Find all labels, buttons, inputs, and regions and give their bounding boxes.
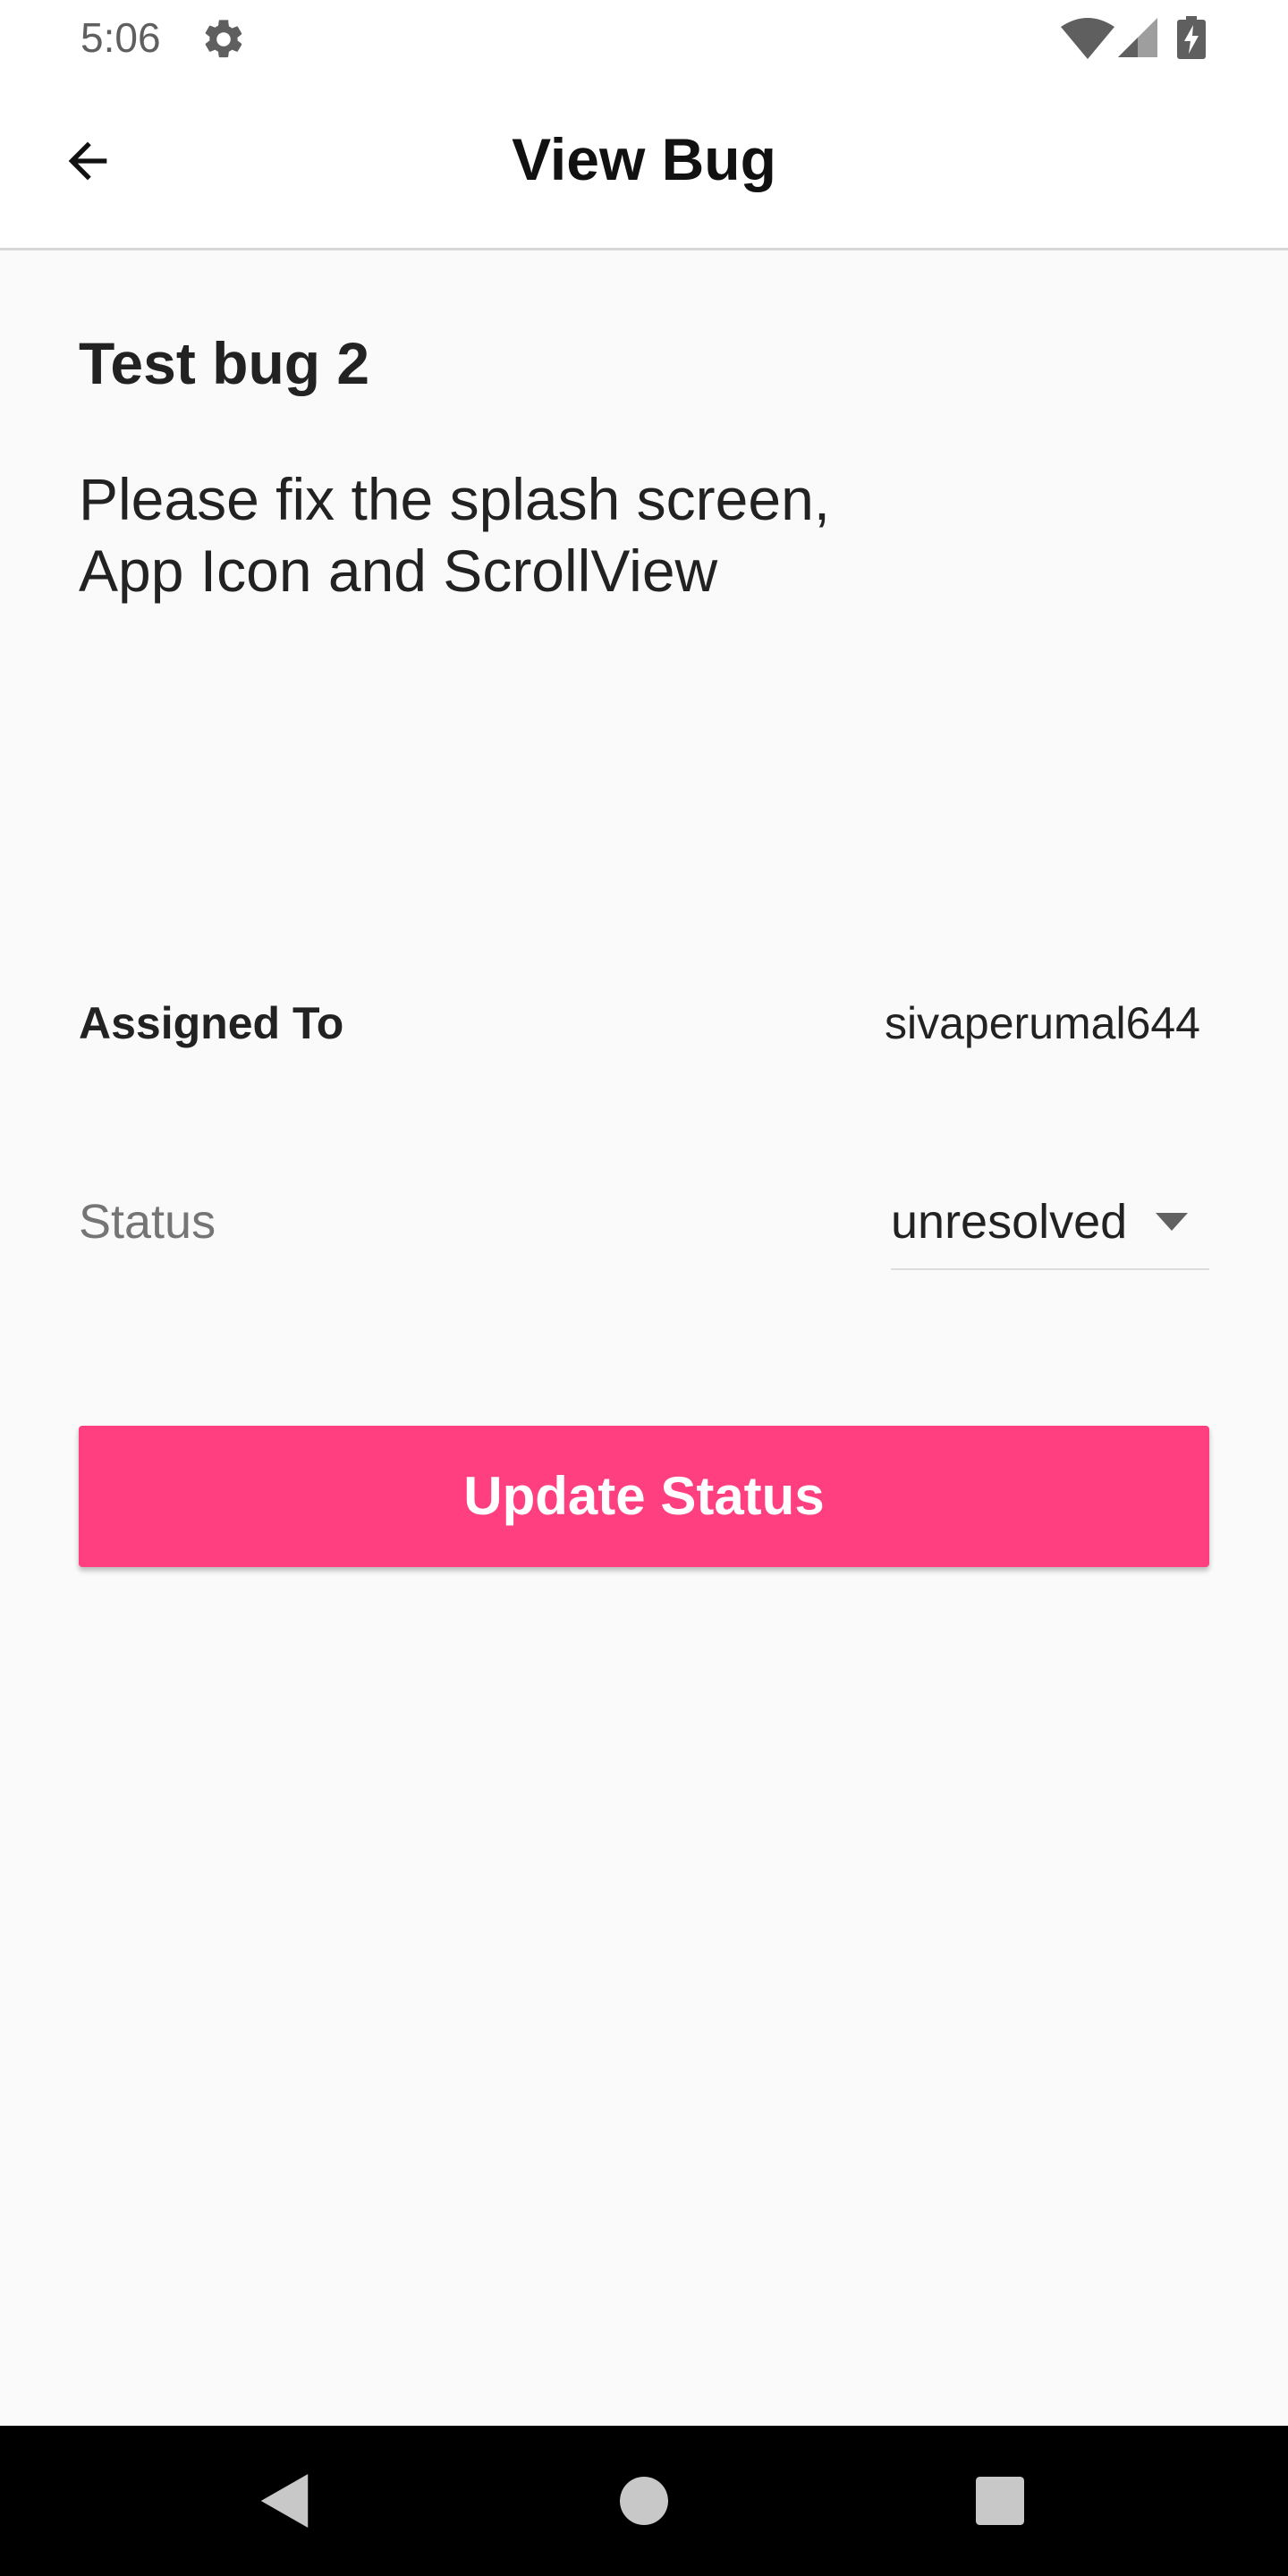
nav-home-icon bbox=[620, 2477, 668, 2525]
nav-back-icon bbox=[260, 2474, 309, 2528]
update-status-button[interactable]: Update Status bbox=[79, 1426, 1209, 1567]
bug-description: Please fix the splash screen, App Icon a… bbox=[79, 463, 1063, 606]
caret-down-icon bbox=[1156, 1213, 1188, 1231]
nav-home-button[interactable] bbox=[608, 2465, 680, 2537]
gear-icon bbox=[205, 20, 242, 58]
status-time: 5:06 bbox=[80, 14, 161, 61]
update-status-button-label: Update Status bbox=[463, 1466, 825, 1526]
bug-description-line-2: App Icon and ScrollView bbox=[79, 538, 718, 604]
nav-recents-icon bbox=[976, 2477, 1024, 2525]
nav-recents-button[interactable] bbox=[964, 2465, 1036, 2537]
nav-back-button[interactable] bbox=[249, 2465, 320, 2537]
wifi-icon bbox=[1061, 18, 1114, 59]
battery-icon bbox=[1177, 16, 1206, 59]
status-dropdown[interactable]: unresolved bbox=[891, 1177, 1209, 1270]
bug-title: Test bug 2 bbox=[79, 330, 370, 396]
page-title: View Bug bbox=[512, 126, 776, 192]
status-dropdown-value: unresolved bbox=[891, 1195, 1128, 1249]
assigned-to-value: sivaperumal644 bbox=[885, 998, 1200, 1048]
status-label: Status bbox=[79, 1195, 216, 1249]
status-bar: 5:06 bbox=[0, 0, 1288, 77]
app-bar: View Bug bbox=[0, 77, 1288, 250]
bug-description-line-1: Please fix the splash screen, bbox=[79, 466, 831, 532]
assigned-to-label: Assigned To bbox=[79, 998, 344, 1048]
system-nav-bar bbox=[0, 2426, 1288, 2576]
signal-icon bbox=[1118, 18, 1157, 57]
